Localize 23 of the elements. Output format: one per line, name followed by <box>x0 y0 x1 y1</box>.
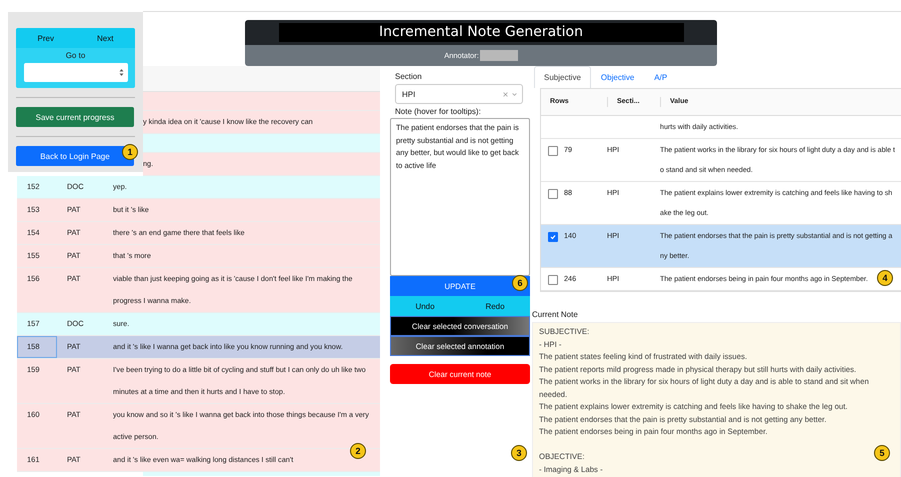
checkbox[interactable] <box>548 146 558 156</box>
clear-icon[interactable] <box>502 90 509 98</box>
section-label: Section <box>394 71 423 82</box>
note-label: Note (hover for tooltips): <box>394 106 482 117</box>
history-button[interactable]: Undo <box>390 296 460 316</box>
callout-badge: 3 <box>511 445 527 461</box>
redacted-name <box>480 50 518 61</box>
history-button[interactable]: Redo <box>460 296 530 316</box>
save-button[interactable]: Save current progress <box>16 107 134 127</box>
checkmark-icon <box>550 234 556 240</box>
current-note-label: Current Note <box>532 310 579 320</box>
goto-field[interactable] <box>24 63 128 82</box>
app-title: Incremental Note Generation <box>278 23 684 42</box>
checkbox[interactable] <box>548 232 558 242</box>
prev-button[interactable]: Prev <box>16 28 76 48</box>
spinner-icon[interactable] <box>118 68 124 77</box>
checkbox[interactable] <box>548 275 558 285</box>
goto-label: Go to <box>66 50 86 61</box>
section-select[interactable]: HPI <box>395 84 523 104</box>
next-button[interactable]: Next <box>76 28 135 48</box>
tab[interactable]: Subjective <box>534 66 591 88</box>
caret-icon[interactable] <box>511 90 518 98</box>
checkbox[interactable] <box>548 189 558 199</box>
